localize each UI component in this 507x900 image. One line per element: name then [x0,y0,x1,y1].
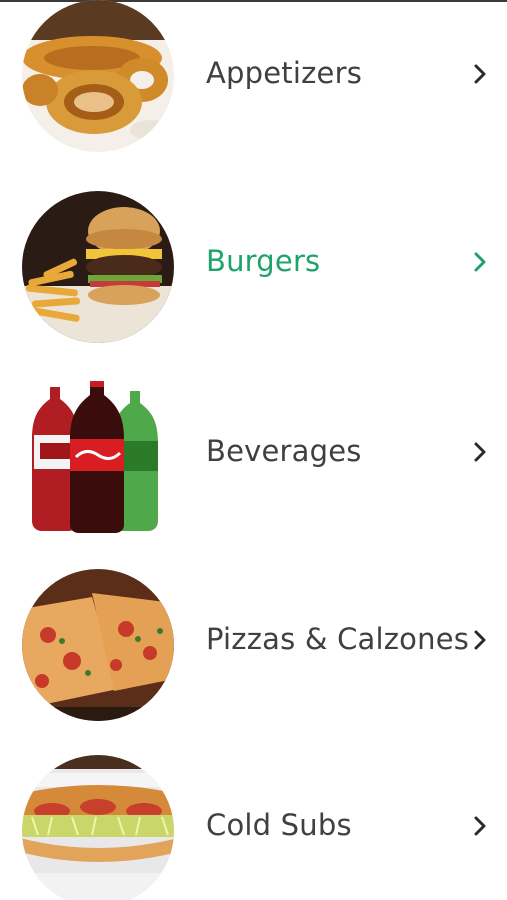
category-label: Cold Subs [206,808,352,842]
category-row-cold-subs[interactable]: Cold Subs [0,752,507,900]
chevron-right-icon [468,250,492,274]
category-row-beverages[interactable]: Beverages [0,378,507,538]
category-label: Beverages [206,434,362,468]
category-row-pizzas-calzones[interactable]: Pizzas & Calzones [0,566,507,726]
category-list: Appetizers Burgers Beverages Pizzas & Ca… [0,0,507,900]
soda-bottles-image [22,381,174,533]
chevron-right-icon [468,628,492,652]
onion-rings-image [22,0,174,152]
chevron-right-icon [468,440,492,464]
category-label: Appetizers [206,56,363,90]
chevron-right-icon [468,814,492,838]
burger-fries-image [22,191,174,343]
category-row-appetizers[interactable]: Appetizers [0,0,507,160]
chevron-right-icon [468,62,492,86]
category-label: Burgers [206,244,321,278]
pizza-slices-image [22,569,174,721]
sub-sandwich-image [22,755,174,900]
category-label: Pizzas & Calzones [206,622,470,656]
category-row-burgers[interactable]: Burgers [0,188,507,348]
